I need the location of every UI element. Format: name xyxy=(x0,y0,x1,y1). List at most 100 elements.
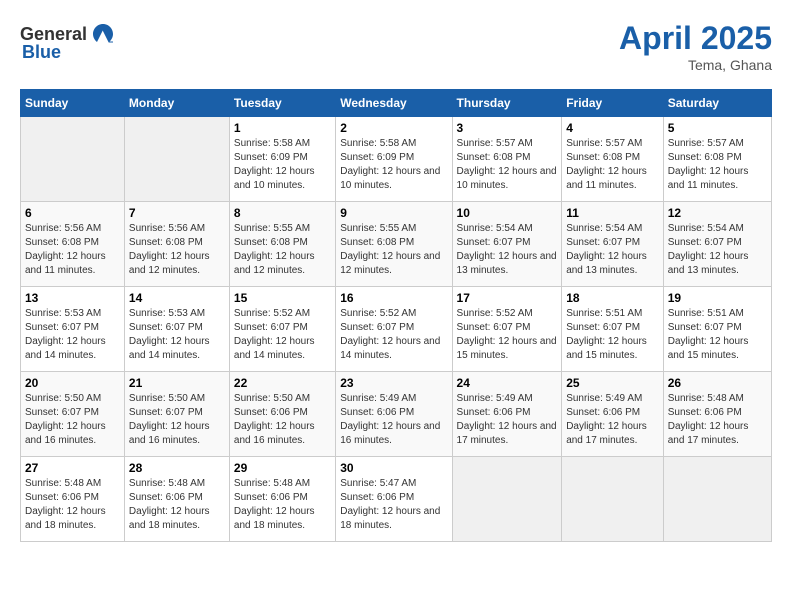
day-info: Sunrise: 5:57 AMSunset: 6:08 PMDaylight:… xyxy=(566,137,659,193)
day-cell: 14 Sunrise: 5:53 AMSunset: 6:07 PMDayligh… xyxy=(124,287,229,372)
day-cell: 2 Sunrise: 5:58 AMSunset: 6:09 PMDaylight… xyxy=(336,117,452,202)
title-section: April 2025 Tema, Ghana xyxy=(619,20,772,73)
day-number: 27 xyxy=(25,461,120,475)
header-cell-thursday: Thursday xyxy=(452,90,562,117)
day-info: Sunrise: 5:56 AMSunset: 6:08 PMDaylight:… xyxy=(129,222,225,278)
day-number: 8 xyxy=(234,206,331,220)
day-info: Sunrise: 5:52 AMSunset: 6:07 PMDaylight:… xyxy=(234,307,331,363)
page-header: General Blue April 2025 Tema, Ghana xyxy=(20,20,772,73)
day-cell: 18 Sunrise: 5:51 AMSunset: 6:07 PMDayligh… xyxy=(562,287,664,372)
day-number: 18 xyxy=(566,291,659,305)
day-cell: 21Sunrise: 5:50 AMSunset: 6:07 PMDayligh… xyxy=(124,372,229,457)
day-info: Sunrise: 5:51 AMSunset: 6:07 PMDaylight:… xyxy=(668,307,767,363)
week-row-3: 20 Sunrise: 5:50 AMSunset: 6:07 PMDayligh… xyxy=(21,372,772,457)
day-cell xyxy=(21,117,125,202)
day-number: 26 xyxy=(668,376,767,390)
day-number: 28 xyxy=(129,461,225,475)
day-cell xyxy=(562,457,664,542)
day-info: Sunrise: 5:58 AMSunset: 6:09 PMDaylight:… xyxy=(234,137,331,193)
logo-icon xyxy=(89,20,117,48)
day-info: Sunrise: 5:55 AMSunset: 6:08 PMDaylight:… xyxy=(340,222,447,278)
day-info: Sunrise: 5:56 AMSunset: 6:08 PMDaylight:… xyxy=(25,222,120,278)
day-cell: 23 Sunrise: 5:49 AMSunset: 6:06 PMDayligh… xyxy=(336,372,452,457)
day-number: 5 xyxy=(668,121,767,135)
day-cell: 8 Sunrise: 5:55 AMSunset: 6:08 PMDaylight… xyxy=(229,202,335,287)
day-cell: 16Sunrise: 5:52 AMSunset: 6:07 PMDayligh… xyxy=(336,287,452,372)
day-info: Sunrise: 5:49 AMSunset: 6:06 PMDaylight:… xyxy=(566,392,659,448)
day-info: Sunrise: 5:48 AMSunset: 6:06 PMDaylight:… xyxy=(25,477,120,533)
day-info: Sunrise: 5:50 AMSunset: 6:07 PMDaylight:… xyxy=(25,392,120,448)
day-info: Sunrise: 5:57 AMSunset: 6:08 PMDaylight:… xyxy=(668,137,767,193)
day-cell: 27 Sunrise: 5:48 AMSunset: 6:06 PMDayligh… xyxy=(21,457,125,542)
day-number: 11 xyxy=(566,206,659,220)
day-number: 24 xyxy=(457,376,558,390)
month-title: April 2025 xyxy=(619,20,772,57)
day-cell xyxy=(452,457,562,542)
day-cell: 9 Sunrise: 5:55 AMSunset: 6:08 PMDaylight… xyxy=(336,202,452,287)
day-number: 2 xyxy=(340,121,447,135)
day-cell: 29Sunrise: 5:48 AMSunset: 6:06 PMDayligh… xyxy=(229,457,335,542)
day-info: Sunrise: 5:48 AMSunset: 6:06 PMDaylight:… xyxy=(129,477,225,533)
day-cell: 10 Sunrise: 5:54 AMSunset: 6:07 PMDayligh… xyxy=(452,202,562,287)
day-cell: 11Sunrise: 5:54 AMSunset: 6:07 PMDayligh… xyxy=(562,202,664,287)
day-info: Sunrise: 5:48 AMSunset: 6:06 PMDaylight:… xyxy=(668,392,767,448)
day-cell: 30 Sunrise: 5:47 AMSunset: 6:06 PMDayligh… xyxy=(336,457,452,542)
day-number: 23 xyxy=(340,376,447,390)
calendar-header: SundayMondayTuesdayWednesdayThursdayFrid… xyxy=(21,90,772,117)
day-number: 14 xyxy=(129,291,225,305)
logo-blue: Blue xyxy=(22,42,61,63)
calendar-body: 1 Sunrise: 5:58 AMSunset: 6:09 PMDaylight… xyxy=(21,117,772,542)
day-cell: 19Sunrise: 5:51 AMSunset: 6:07 PMDayligh… xyxy=(663,287,771,372)
day-number: 3 xyxy=(457,121,558,135)
header-row: SundayMondayTuesdayWednesdayThursdayFrid… xyxy=(21,90,772,117)
day-number: 9 xyxy=(340,206,447,220)
day-info: Sunrise: 5:58 AMSunset: 6:09 PMDaylight:… xyxy=(340,137,447,193)
day-number: 1 xyxy=(234,121,331,135)
logo: General Blue xyxy=(20,20,117,63)
day-number: 12 xyxy=(668,206,767,220)
day-number: 30 xyxy=(340,461,447,475)
day-cell: 20 Sunrise: 5:50 AMSunset: 6:07 PMDayligh… xyxy=(21,372,125,457)
day-cell: 22 Sunrise: 5:50 AMSunset: 6:06 PMDayligh… xyxy=(229,372,335,457)
week-row-0: 1 Sunrise: 5:58 AMSunset: 6:09 PMDaylight… xyxy=(21,117,772,202)
header-cell-sunday: Sunday xyxy=(21,90,125,117)
header-cell-tuesday: Tuesday xyxy=(229,90,335,117)
day-info: Sunrise: 5:51 AMSunset: 6:07 PMDaylight:… xyxy=(566,307,659,363)
day-number: 15 xyxy=(234,291,331,305)
day-number: 13 xyxy=(25,291,120,305)
day-cell: 12 Sunrise: 5:54 AMSunset: 6:07 PMDayligh… xyxy=(663,202,771,287)
day-cell: 5 Sunrise: 5:57 AMSunset: 6:08 PMDaylight… xyxy=(663,117,771,202)
header-cell-wednesday: Wednesday xyxy=(336,90,452,117)
day-number: 22 xyxy=(234,376,331,390)
header-cell-friday: Friday xyxy=(562,90,664,117)
day-info: Sunrise: 5:57 AMSunset: 6:08 PMDaylight:… xyxy=(457,137,558,193)
day-info: Sunrise: 5:49 AMSunset: 6:06 PMDaylight:… xyxy=(340,392,447,448)
day-cell: 13 Sunrise: 5:53 AMSunset: 6:07 PMDayligh… xyxy=(21,287,125,372)
day-info: Sunrise: 5:53 AMSunset: 6:07 PMDaylight:… xyxy=(129,307,225,363)
day-number: 20 xyxy=(25,376,120,390)
day-info: Sunrise: 5:55 AMSunset: 6:08 PMDaylight:… xyxy=(234,222,331,278)
day-info: Sunrise: 5:52 AMSunset: 6:07 PMDaylight:… xyxy=(457,307,558,363)
day-cell: 7 Sunrise: 5:56 AMSunset: 6:08 PMDaylight… xyxy=(124,202,229,287)
day-cell: 25 Sunrise: 5:49 AMSunset: 6:06 PMDayligh… xyxy=(562,372,664,457)
day-number: 29 xyxy=(234,461,331,475)
day-cell: 17Sunrise: 5:52 AMSunset: 6:07 PMDayligh… xyxy=(452,287,562,372)
day-number: 25 xyxy=(566,376,659,390)
day-info: Sunrise: 5:49 AMSunset: 6:06 PMDaylight:… xyxy=(457,392,558,448)
day-info: Sunrise: 5:54 AMSunset: 6:07 PMDaylight:… xyxy=(457,222,558,278)
day-info: Sunrise: 5:54 AMSunset: 6:07 PMDaylight:… xyxy=(668,222,767,278)
day-cell: 24 Sunrise: 5:49 AMSunset: 6:06 PMDayligh… xyxy=(452,372,562,457)
day-cell: 4 Sunrise: 5:57 AMSunset: 6:08 PMDaylight… xyxy=(562,117,664,202)
day-cell: 28 Sunrise: 5:48 AMSunset: 6:06 PMDayligh… xyxy=(124,457,229,542)
day-info: Sunrise: 5:47 AMSunset: 6:06 PMDaylight:… xyxy=(340,477,447,533)
header-cell-saturday: Saturday xyxy=(663,90,771,117)
day-info: Sunrise: 5:53 AMSunset: 6:07 PMDaylight:… xyxy=(25,307,120,363)
day-number: 4 xyxy=(566,121,659,135)
day-cell: 1 Sunrise: 5:58 AMSunset: 6:09 PMDaylight… xyxy=(229,117,335,202)
day-number: 16 xyxy=(340,291,447,305)
day-info: Sunrise: 5:50 AMSunset: 6:06 PMDaylight:… xyxy=(234,392,331,448)
day-cell xyxy=(663,457,771,542)
day-number: 10 xyxy=(457,206,558,220)
week-row-1: 6Sunrise: 5:56 AMSunset: 6:08 PMDaylight… xyxy=(21,202,772,287)
day-number: 7 xyxy=(129,206,225,220)
